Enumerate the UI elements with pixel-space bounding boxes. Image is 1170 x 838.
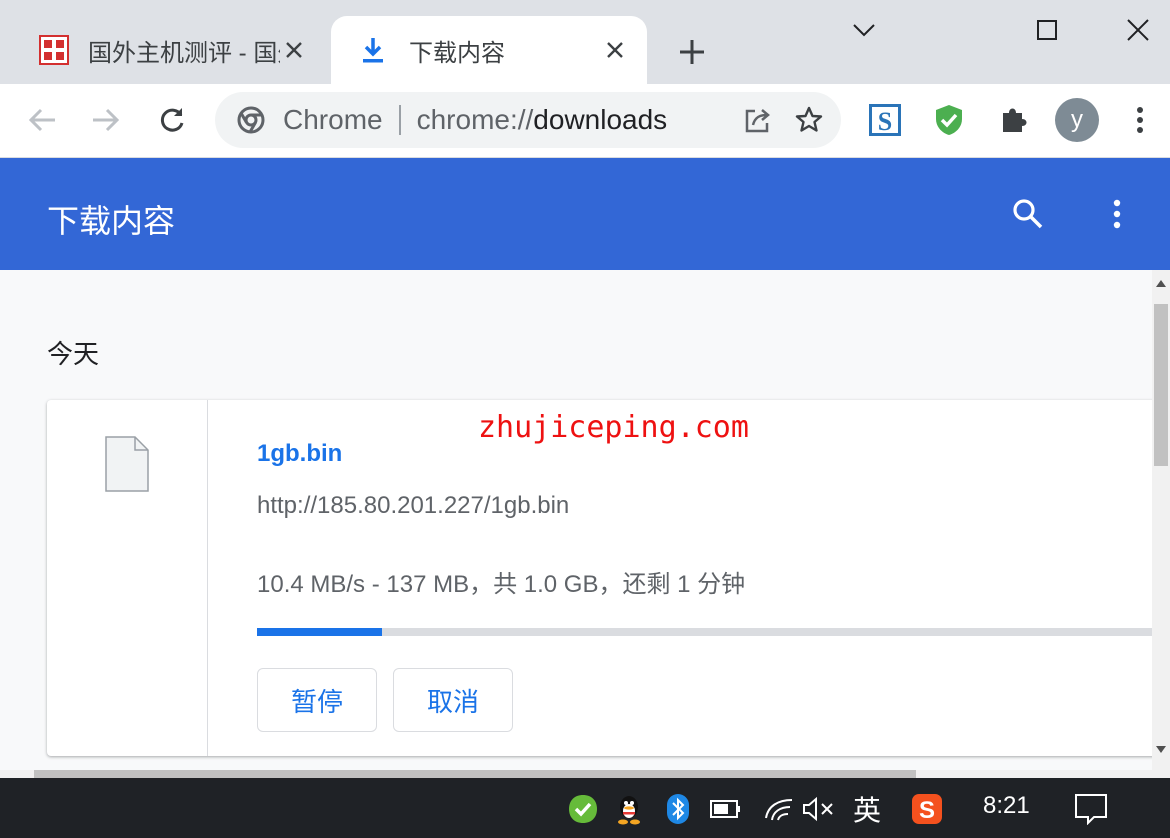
reload-button[interactable] xyxy=(150,98,194,142)
tab-close-icon[interactable] xyxy=(601,36,629,64)
close-icon xyxy=(1127,19,1149,41)
download-icon xyxy=(363,38,383,63)
plus-icon xyxy=(680,40,704,64)
back-button[interactable] xyxy=(20,98,64,142)
taskbar-clock[interactable]: 8:21 xyxy=(983,792,1030,820)
bookmark-button[interactable] xyxy=(789,100,829,140)
downloads-content: 今天 1gb.bin http://185.80.201.227/1gb.bin… xyxy=(0,270,1152,770)
new-tab-button[interactable] xyxy=(672,32,712,72)
share-icon xyxy=(745,109,770,133)
more-vert-icon xyxy=(1113,199,1121,229)
qq-tray-icon[interactable] xyxy=(612,792,646,826)
date-heading: 今天 xyxy=(47,339,100,369)
tab-downloads[interactable]: 下载内容 xyxy=(331,16,647,84)
scrollbar-thumb[interactable] xyxy=(34,770,916,778)
puzzle-icon xyxy=(1003,108,1027,132)
svg-text:S: S xyxy=(878,107,892,136)
vertical-scrollbar[interactable] xyxy=(1152,270,1170,770)
browser-toolbar: Chrome chrome://downloads S y xyxy=(0,84,1170,158)
site-chip: Chrome xyxy=(283,104,383,135)
tab-zhujiceping[interactable]: 国外主机测评 - 国外VPS xyxy=(20,16,326,84)
extensions-button[interactable] xyxy=(993,100,1033,140)
shield-check-icon xyxy=(936,105,962,135)
close-window-button[interactable] xyxy=(1110,8,1166,52)
svg-text:S: S xyxy=(919,797,935,824)
tab-close-icon[interactable] xyxy=(280,36,308,64)
download-status: 10.4 MB/s - 137 MB，共 1.0 GB，还剩 1 分钟 xyxy=(257,571,746,598)
security-tray-icon[interactable] xyxy=(566,792,600,826)
tab-title: 下载内容 xyxy=(409,39,505,67)
chrome-menu-button[interactable] xyxy=(1120,100,1160,140)
tab-title: 国外主机测评 - 国外VPS xyxy=(88,39,280,67)
arrow-right-icon xyxy=(93,108,120,132)
forward-button[interactable] xyxy=(84,98,128,142)
tab-search-button[interactable] xyxy=(836,8,892,52)
file-url-link[interactable]: http://185.80.201.227/1gb.bin xyxy=(257,492,569,520)
more-vert-icon xyxy=(1137,107,1143,133)
wifi-tray-icon[interactable] xyxy=(762,792,796,826)
s-extension-icon: S xyxy=(869,104,901,136)
scroll-down-arrow[interactable] xyxy=(1156,746,1166,753)
download-progress-bar xyxy=(257,628,1152,636)
file-name-link[interactable]: 1gb.bin xyxy=(257,440,342,468)
tab-strip: 国外主机测评 - 国外VPS 下载内容 xyxy=(0,0,1170,84)
site-favicon-icon xyxy=(39,35,69,65)
watermark-text: zhujiceping.com xyxy=(478,410,749,445)
reload-icon xyxy=(160,108,184,132)
download-item: 1gb.bin http://185.80.201.227/1gb.bin 10… xyxy=(47,400,1152,756)
search-icon xyxy=(1013,199,1043,229)
search-button[interactable] xyxy=(1004,190,1052,238)
chevron-down-icon xyxy=(853,24,875,37)
bluetooth-tray-icon[interactable] xyxy=(661,792,695,826)
sogou-ime-tray-icon[interactable]: S xyxy=(910,792,944,826)
volume-muted-tray-icon[interactable] xyxy=(802,792,836,826)
taskbar: 英 S 8:21 xyxy=(0,778,1170,838)
profile-avatar[interactable]: y xyxy=(1055,98,1099,142)
url-host: downloads xyxy=(533,104,668,135)
extension-s-button[interactable]: S xyxy=(865,100,905,140)
download-progress-fill xyxy=(257,628,382,636)
pause-button[interactable]: 暂停 xyxy=(257,668,377,732)
scroll-up-arrow[interactable] xyxy=(1156,280,1166,287)
scrollbar-thumb[interactable] xyxy=(1154,304,1168,466)
share-button[interactable] xyxy=(737,100,777,140)
page-title: 下载内容 xyxy=(47,203,176,239)
notification-center-button[interactable] xyxy=(1074,792,1108,826)
ime-indicator[interactable]: 英 xyxy=(850,792,884,826)
downloads-menu-button[interactable] xyxy=(1093,190,1141,238)
url-scheme: chrome:// xyxy=(416,104,534,135)
cancel-button[interactable]: 取消 xyxy=(393,668,513,732)
address-bar[interactable]: Chrome chrome://downloads xyxy=(215,92,841,148)
url-text[interactable]: chrome://downloads xyxy=(417,104,737,136)
battery-tray-icon[interactable] xyxy=(709,792,743,826)
chrome-icon xyxy=(237,106,265,134)
maximize-button[interactable] xyxy=(1019,8,1075,52)
star-icon xyxy=(795,106,823,132)
file-icon-column xyxy=(47,400,208,756)
downloads-header: 下载内容 xyxy=(0,158,1170,270)
extension-shield-button[interactable] xyxy=(929,100,969,140)
maximize-icon xyxy=(1037,20,1057,40)
file-icon xyxy=(105,436,149,492)
separator xyxy=(398,105,401,135)
arrow-left-icon xyxy=(28,108,55,132)
